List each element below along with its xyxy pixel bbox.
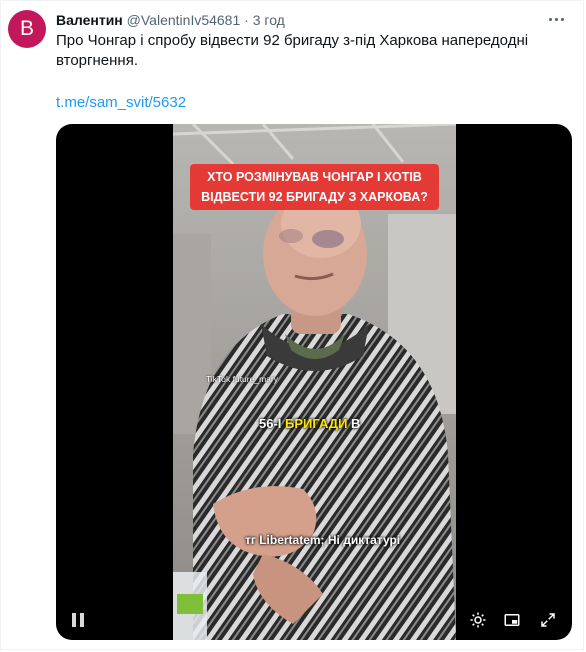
picture-in-picture-icon[interactable] (500, 608, 524, 632)
subtitle-prefix: 56-І (259, 416, 282, 431)
pause-icon[interactable] (66, 608, 90, 632)
banner-line-1: ХТО РОЗМІНУВАВ ЧОНГАР І ХОТІВ (207, 170, 422, 184)
video-player[interactable]: ХТО РОЗМІНУВАВ ЧОНГАР І ХОТІВ ВІДВЕСТИ 9… (56, 124, 572, 640)
tiktok-watermark: TikTok future_mary (206, 374, 278, 384)
more-options-icon[interactable] (544, 10, 568, 28)
tweet-link[interactable]: t.me/sam_svit/5632 (56, 93, 186, 113)
video-subtitle: 56-І БРИГАДИ В (259, 416, 360, 431)
subtitle-suffix: В (351, 416, 361, 431)
tweet-text: Про Чонгар і спробу відвести 92 бригаду … (56, 32, 529, 69)
fullscreen-icon[interactable] (536, 608, 560, 632)
video-bottom-caption: тг Libertatem; Ні диктатурі (245, 533, 401, 547)
tweet-timestamp[interactable]: 3 год (253, 12, 285, 28)
display-name[interactable]: Валентин (56, 12, 123, 28)
video-controls (56, 600, 572, 640)
avatar[interactable]: B (8, 10, 46, 48)
banner-line-2: ВІДВЕСТИ 92 БРИГАДУ З ХАРКОВА? (201, 190, 428, 204)
avatar-letter: B (19, 17, 34, 40)
header-separator: · (244, 12, 249, 28)
video-title-banner: ХТО РОЗМІНУВАВ ЧОНГАР І ХОТІВ ВІДВЕСТИ 9… (190, 164, 439, 210)
tweet-header: Валентин @ValentinIv54681 · 3 год (56, 11, 285, 29)
video-frame[interactable]: ХТО РОЗМІНУВАВ ЧОНГАР І ХОТІВ ВІДВЕСТИ 9… (173, 124, 456, 640)
subtitle-highlight: БРИГАДИ (285, 416, 348, 431)
settings-icon[interactable] (466, 608, 490, 632)
user-handle[interactable]: @ValentinIv54681 (127, 12, 241, 28)
